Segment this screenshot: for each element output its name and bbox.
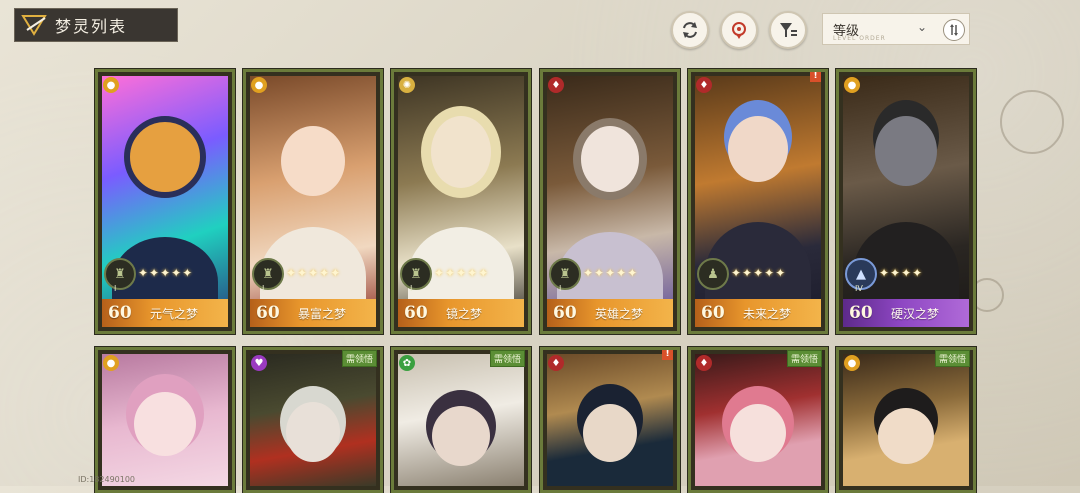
alert-badge: ! [662, 350, 673, 360]
fire-element-icon: ● [844, 77, 860, 93]
sort-order-icon [950, 24, 958, 36]
character-card[interactable]: ● 需领悟 [836, 347, 976, 493]
character-portrait [250, 354, 376, 486]
character-card[interactable]: ● [95, 347, 235, 493]
needs-insight-tag: 需领悟 [934, 350, 970, 367]
character-portrait [843, 354, 969, 486]
character-portrait [102, 354, 228, 486]
star-rating: ✦✦✦✦✦ [434, 266, 490, 280]
refresh-button[interactable] [671, 11, 709, 49]
needs-insight-tag: 需领悟 [786, 350, 822, 367]
role-icon: ♜ [252, 258, 284, 290]
character-name: 英雄之梦 [595, 306, 644, 321]
character-name: 暴富之梦 [298, 306, 347, 321]
role-icon: ♜ [549, 258, 581, 290]
fire-element-icon: ● [844, 355, 860, 371]
blood-element-icon: ♦ [548, 355, 564, 371]
star-rating: ✦✦✦✦✦ [583, 266, 639, 280]
character-card[interactable]: ♥ 需领悟 [243, 347, 383, 493]
character-card[interactable]: ♦ ! [540, 347, 680, 493]
card-info-bar: 60 未来之梦 [695, 299, 821, 327]
page-title: 梦灵列表 [55, 17, 128, 36]
character-name: 镜之梦 [446, 306, 483, 321]
blood-element-icon: ♦ [548, 77, 564, 93]
level-value: 60 [108, 303, 132, 323]
character-name: 元气之梦 [150, 306, 199, 321]
filter-button[interactable] [769, 11, 807, 49]
character-portrait [695, 354, 821, 486]
filter-icon [780, 23, 797, 37]
chevron-down-icon: ⌄ [917, 20, 928, 34]
level-value: 60 [256, 303, 280, 323]
role-tier: I [262, 284, 265, 293]
blood-element-icon: ♦ [696, 355, 712, 371]
sort-dropdown[interactable]: 等级 LEVEL ORDER ⌄ [822, 13, 970, 45]
role-tier: I [559, 284, 562, 293]
page-title-bar: 梦灵列表 [14, 8, 178, 42]
level-value: 60 [849, 303, 873, 323]
role-tier: I [410, 284, 413, 293]
locate-button[interactable] [720, 11, 758, 49]
star-rating: ✦✦✦✦✦ [731, 266, 787, 280]
sort-order-toggle[interactable] [943, 19, 965, 41]
character-portrait [398, 354, 524, 486]
character-card[interactable]: ● ♜ I ✦✦✦✦✦ 60 元气之梦 [95, 69, 235, 334]
leaf-element-icon: ✿ [399, 355, 415, 371]
star-rating: ✦✦✦✦✦ [286, 266, 342, 280]
role-tier: IV [855, 284, 863, 293]
level-value: 60 [553, 303, 577, 323]
fire-element-icon: ● [103, 77, 119, 93]
dream-logo-icon [15, 10, 55, 40]
role-icon: ♜ [104, 258, 136, 290]
alert-badge: ! [810, 72, 821, 82]
card-info-bar: 60 硬汉之梦 [843, 299, 969, 327]
character-card[interactable]: ✺ ♜ I ✦✦✦✦✦ 60 镜之梦 [391, 69, 531, 334]
card-info-bar: 60 元气之梦 [102, 299, 228, 327]
heart-element-icon: ♥ [251, 355, 267, 371]
level-value: 60 [701, 303, 725, 323]
star-rating: ✦✦✦✦ [879, 266, 924, 280]
character-name: 未来之梦 [743, 306, 792, 321]
level-value: 60 [404, 303, 428, 323]
character-card[interactable]: ♦ ♜ I ✦✦✦✦✦ 60 英雄之梦 [540, 69, 680, 334]
role-icon: ♟ [697, 258, 729, 290]
character-card[interactable]: ♦ ! ♟ ✦✦✦✦✦ 60 未来之梦 [688, 69, 828, 334]
character-card[interactable]: ● ▲ IV ✦✦✦✦ 60 硬汉之梦 [836, 69, 976, 334]
player-id: ID:182490100 [78, 475, 136, 484]
decor-circle [1000, 90, 1064, 154]
blood-element-icon: ♦ [696, 77, 712, 93]
star-rating: ✦✦✦✦✦ [138, 266, 194, 280]
fire-element-icon: ● [251, 77, 267, 93]
character-card[interactable]: ● ♜ I ✦✦✦✦✦ 60 暴富之梦 [243, 69, 383, 334]
character-portrait [547, 354, 673, 486]
needs-insight-tag: 需领悟 [341, 350, 377, 367]
character-name: 硬汉之梦 [891, 306, 940, 321]
role-icon: ♜ [400, 258, 432, 290]
role-tier: I [114, 284, 117, 293]
sort-sub-label: LEVEL ORDER [833, 35, 886, 42]
character-card[interactable]: ✿ 需领悟 [391, 347, 531, 493]
fire-element-icon: ● [103, 355, 119, 371]
card-info-bar: 60 英雄之梦 [547, 299, 673, 327]
character-card[interactable]: ♦ 需领悟 [688, 347, 828, 493]
card-info-bar: 60 暴富之梦 [250, 299, 376, 327]
card-info-bar: 60 镜之梦 [398, 299, 524, 327]
locate-icon [732, 22, 746, 39]
needs-insight-tag: 需领悟 [489, 350, 525, 367]
light-element-icon: ✺ [399, 77, 415, 93]
refresh-icon [683, 22, 697, 38]
